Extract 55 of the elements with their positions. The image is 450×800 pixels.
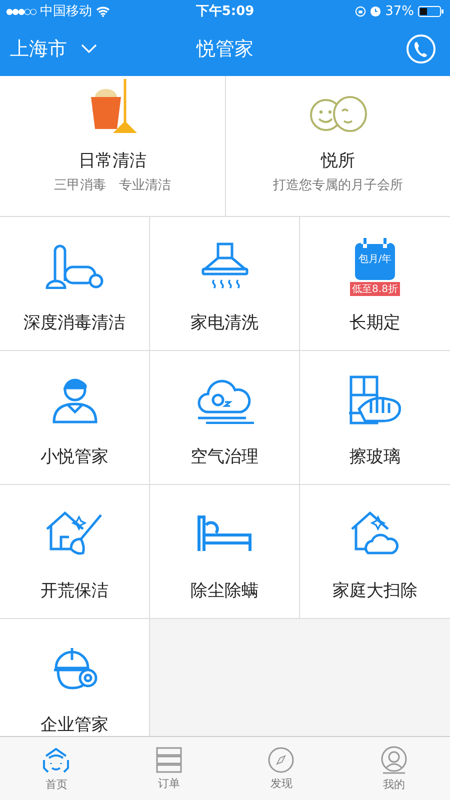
tab[interactable]: 我的 <box>338 737 450 800</box>
service-label: 家电清洗 <box>190 312 258 334</box>
service-tile[interactable]: 深度消毒清洁 <box>0 217 150 351</box>
service-label: 长期定 <box>350 312 400 334</box>
helmet-icon <box>52 646 98 690</box>
page-title: 悦管家 <box>196 37 254 62</box>
wifi-icon <box>96 6 110 16</box>
carrier-text: 中国移动 <box>40 3 92 20</box>
chevron-down-icon <box>81 44 97 54</box>
bucket-mop-icon <box>88 79 136 135</box>
service-tile[interactable]: 包月/年 低至8.8折 长期定 <box>300 217 450 351</box>
calendar-icon <box>354 236 396 280</box>
service-tile[interactable]: 企业管家 <box>0 619 150 736</box>
tile-subtitle: 打造您专属的月子会所 <box>273 177 403 194</box>
service-tile[interactable]: 开荒保洁 <box>0 485 150 619</box>
service-tile[interactable]: 擦玻璃 <box>300 351 450 485</box>
battery-icon <box>418 6 444 16</box>
tile-title: 日常清洁 <box>78 150 146 172</box>
service-tile[interactable]: 小悦管家 <box>0 351 150 485</box>
signal-text: ●●●○○ <box>6 6 36 16</box>
range-hood-icon <box>200 242 248 290</box>
discount-badge: 低至8.8折 <box>350 282 400 296</box>
home-face-icon <box>41 746 72 774</box>
service-tile[interactable]: 家庭大扫除 <box>300 485 450 619</box>
tab[interactable]: 首页 <box>0 737 112 800</box>
service-label: 空气治理 <box>190 446 258 468</box>
alarm-icon <box>370 6 382 16</box>
user-icon <box>380 746 408 774</box>
time-text: 下午5:09 <box>196 3 254 20</box>
service-label: 擦玻璃 <box>350 446 400 468</box>
service-tile[interactable]: 家电清洗 <box>150 217 300 351</box>
service-tile[interactable]: 除尘除螨 <box>150 485 300 619</box>
window-hand-icon <box>347 375 403 425</box>
battery-text: 37% <box>385 4 414 18</box>
service-label: 除尘除螨 <box>190 580 258 602</box>
tile-title: 悦所 <box>321 150 355 172</box>
vacuum-icon <box>44 243 104 289</box>
service-label: 家庭大扫除 <box>332 580 418 602</box>
service-label: 小悦管家 <box>40 446 108 468</box>
tab[interactable]: 订单 <box>112 737 225 800</box>
tile-subtitle: 三甲消毒 专业清洁 <box>54 177 171 194</box>
service-label: 企业管家 <box>40 714 108 736</box>
person-icon <box>50 376 98 424</box>
rotation-lock-icon <box>355 6 366 16</box>
calendar-text: 包月/年 <box>357 252 393 266</box>
featured-tile[interactable]: 悦所 打造您专属的月子会所 <box>225 76 450 216</box>
service-label: 深度消毒清洁 <box>24 312 126 334</box>
compass-icon <box>268 746 294 772</box>
featured-tile[interactable]: 日常清洁 三甲消毒 专业清洁 <box>0 76 225 216</box>
list-icon <box>156 746 182 772</box>
service-tile[interactable]: 空气治理 <box>150 351 300 485</box>
service-label: 开荒保洁 <box>40 580 108 602</box>
tab[interactable]: 发现 <box>225 737 338 800</box>
phone-icon[interactable] <box>406 34 436 64</box>
bed-icon <box>196 515 254 553</box>
